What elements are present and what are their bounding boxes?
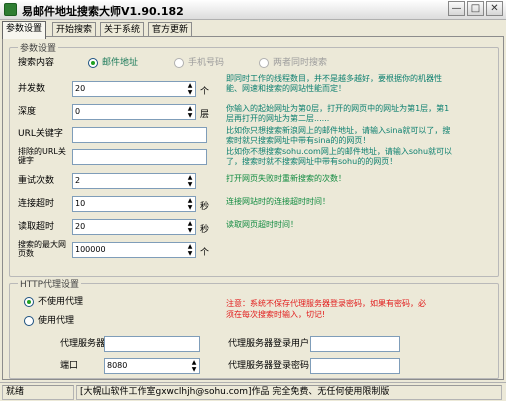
retry-input[interactable]: 2 ▲ ▼	[72, 173, 196, 189]
proxy-group-title: HTTP代理设置	[18, 277, 82, 290]
connect-timeout-input[interactable]: 10 ▲ ▼	[72, 196, 196, 212]
exclude-url-keyword-help: 比如你不想搜索sohu.com网上的邮件地址，请输入sohu就可以了，搜索时就不…	[226, 147, 453, 166]
status-credit: [大幌山软件工作室gxwclhjh@sohu.com]作品 完全免费、无任何使用…	[76, 385, 502, 400]
url-keyword-label: URL关键字	[18, 129, 63, 139]
radio-no-proxy-label[interactable]: 不使用代理	[38, 297, 83, 308]
radio-use-proxy[interactable]	[24, 316, 34, 326]
proxy-port-input[interactable]: 8080 ▲ ▼	[104, 358, 200, 374]
retry-help: 打开网页失败时重新搜索的次数！	[226, 174, 346, 183]
concurrency-unit: 个	[200, 87, 210, 97]
read-timeout-unit: 秒	[200, 225, 210, 235]
url-keyword-help: 比如你只想搜索新浪网上的邮件地址，请输入sina就可以了，搜索时就只搜索网址中带…	[226, 126, 451, 145]
connect-timeout-label: 连接超时	[18, 199, 55, 209]
exclude-url-keyword-label: 排除的URL关键字	[18, 147, 66, 165]
params-group-title: 参数设置	[18, 41, 59, 54]
connect-timeout-unit: 秒	[200, 202, 210, 212]
connect-timeout-help: 连接网站时的连接超时时间！	[226, 197, 330, 206]
concurrency-value: 20	[75, 84, 86, 93]
main-window: 易邮件地址搜索大师V1.90.182 — □ ✕ 参数设置 开始搜索 关于系统 …	[0, 0, 506, 401]
proxy-warning: 注意：系统不保存代理服务器登录密码，如果有密码，必须在每次搜索时输入，切记!	[226, 299, 426, 319]
params-group: 参数设置 搜索内容 邮件地址 手机号码 两者同时搜索 并发数 20 ▲ ▼ 个 深…	[9, 41, 499, 277]
proxy-port-spin-icon[interactable]: ▲ ▼	[190, 359, 198, 373]
max-pages-input[interactable]: 100000 ▲ ▼	[72, 242, 196, 258]
depth-input[interactable]: 0 ▲ ▼	[72, 104, 196, 120]
depth-spin-icon[interactable]: ▲ ▼	[186, 105, 194, 119]
proxy-server-label: 代理服务器	[60, 339, 106, 349]
title-bar[interactable]: 易邮件地址搜索大师V1.90.182 — □ ✕	[0, 0, 506, 20]
radio-phone[interactable]	[174, 58, 184, 68]
window-title: 易邮件地址搜索大师V1.90.182	[22, 5, 184, 18]
close-button[interactable]: ✕	[486, 1, 503, 16]
retry-label: 重试次数	[18, 176, 55, 186]
concurrency-spin-icon[interactable]: ▲ ▼	[186, 82, 194, 96]
read-timeout-label: 读取超时	[18, 222, 55, 232]
read-timeout-value: 20	[75, 222, 86, 231]
depth-value: 0	[75, 107, 81, 116]
max-pages-unit: 个	[200, 248, 210, 258]
read-timeout-spin-icon[interactable]: ▲ ▼	[186, 220, 194, 234]
url-keyword-input[interactable]	[72, 127, 207, 143]
depth-unit: 层	[200, 110, 210, 120]
read-timeout-input[interactable]: 20 ▲ ▼	[72, 219, 196, 235]
max-pages-spin-icon[interactable]: ▲ ▼	[186, 243, 194, 257]
depth-help: 你输入的起始网址为第0层，打开的网页中的网址为第1层，第1层再打开的网址为第二层…	[226, 104, 450, 123]
app-icon	[4, 3, 17, 16]
max-pages-value: 100000	[75, 245, 106, 254]
exclude-url-keyword-input[interactable]	[72, 149, 207, 165]
minimize-button[interactable]: —	[448, 1, 465, 16]
radio-both-label[interactable]: 两者同时搜索	[273, 58, 327, 69]
concurrency-input[interactable]: 20 ▲ ▼	[72, 81, 196, 97]
status-bar: 就绪 [大幌山软件工作室gxwclhjh@sohu.com]作品 完全免费、无任…	[0, 382, 506, 401]
radio-no-proxy[interactable]	[24, 297, 34, 307]
radio-phone-label[interactable]: 手机号码	[188, 58, 224, 69]
concurrency-help: 即同时工作的线程数目，并不是越多越好，要根据你的机器性能、网速和搜索的网站性能而…	[226, 74, 442, 93]
max-pages-label: 搜索的最大网页数	[18, 240, 66, 258]
retry-value: 2	[75, 176, 81, 185]
depth-label: 深度	[18, 107, 37, 117]
proxy-group: HTTP代理设置 不使用代理 使用代理 注意：系统不保存代理服务器登录密码，如果…	[9, 277, 499, 379]
connect-timeout-value: 10	[75, 199, 86, 208]
radio-email-label[interactable]: 邮件地址	[102, 58, 138, 69]
connect-timeout-spin-icon[interactable]: ▲ ▼	[186, 197, 194, 211]
proxy-password-label: 代理服务器登录密码	[228, 361, 310, 371]
proxy-user-label: 代理服务器登录用户	[228, 339, 310, 349]
radio-use-proxy-label[interactable]: 使用代理	[38, 316, 74, 327]
radio-both[interactable]	[259, 58, 269, 68]
proxy-port-label: 端口	[60, 361, 79, 371]
radio-email[interactable]	[88, 58, 98, 68]
tab-params[interactable]: 参数设置	[2, 21, 47, 39]
maximize-button[interactable]: □	[467, 1, 484, 16]
proxy-user-input[interactable]	[310, 336, 400, 352]
read-timeout-help: 读取网页超时时间！	[226, 220, 298, 229]
proxy-password-input[interactable]	[310, 358, 400, 374]
retry-spin-icon[interactable]: ▲ ▼	[186, 174, 194, 188]
proxy-port-value: 8080	[107, 361, 128, 370]
proxy-server-input[interactable]	[104, 336, 200, 352]
status-state: 就绪	[2, 385, 74, 400]
search-content-label: 搜索内容	[18, 58, 55, 68]
tab-panel: 参数设置 搜索内容 邮件地址 手机号码 两者同时搜索 并发数 20 ▲ ▼ 个 深…	[2, 36, 504, 380]
concurrency-label: 并发数	[18, 84, 46, 94]
